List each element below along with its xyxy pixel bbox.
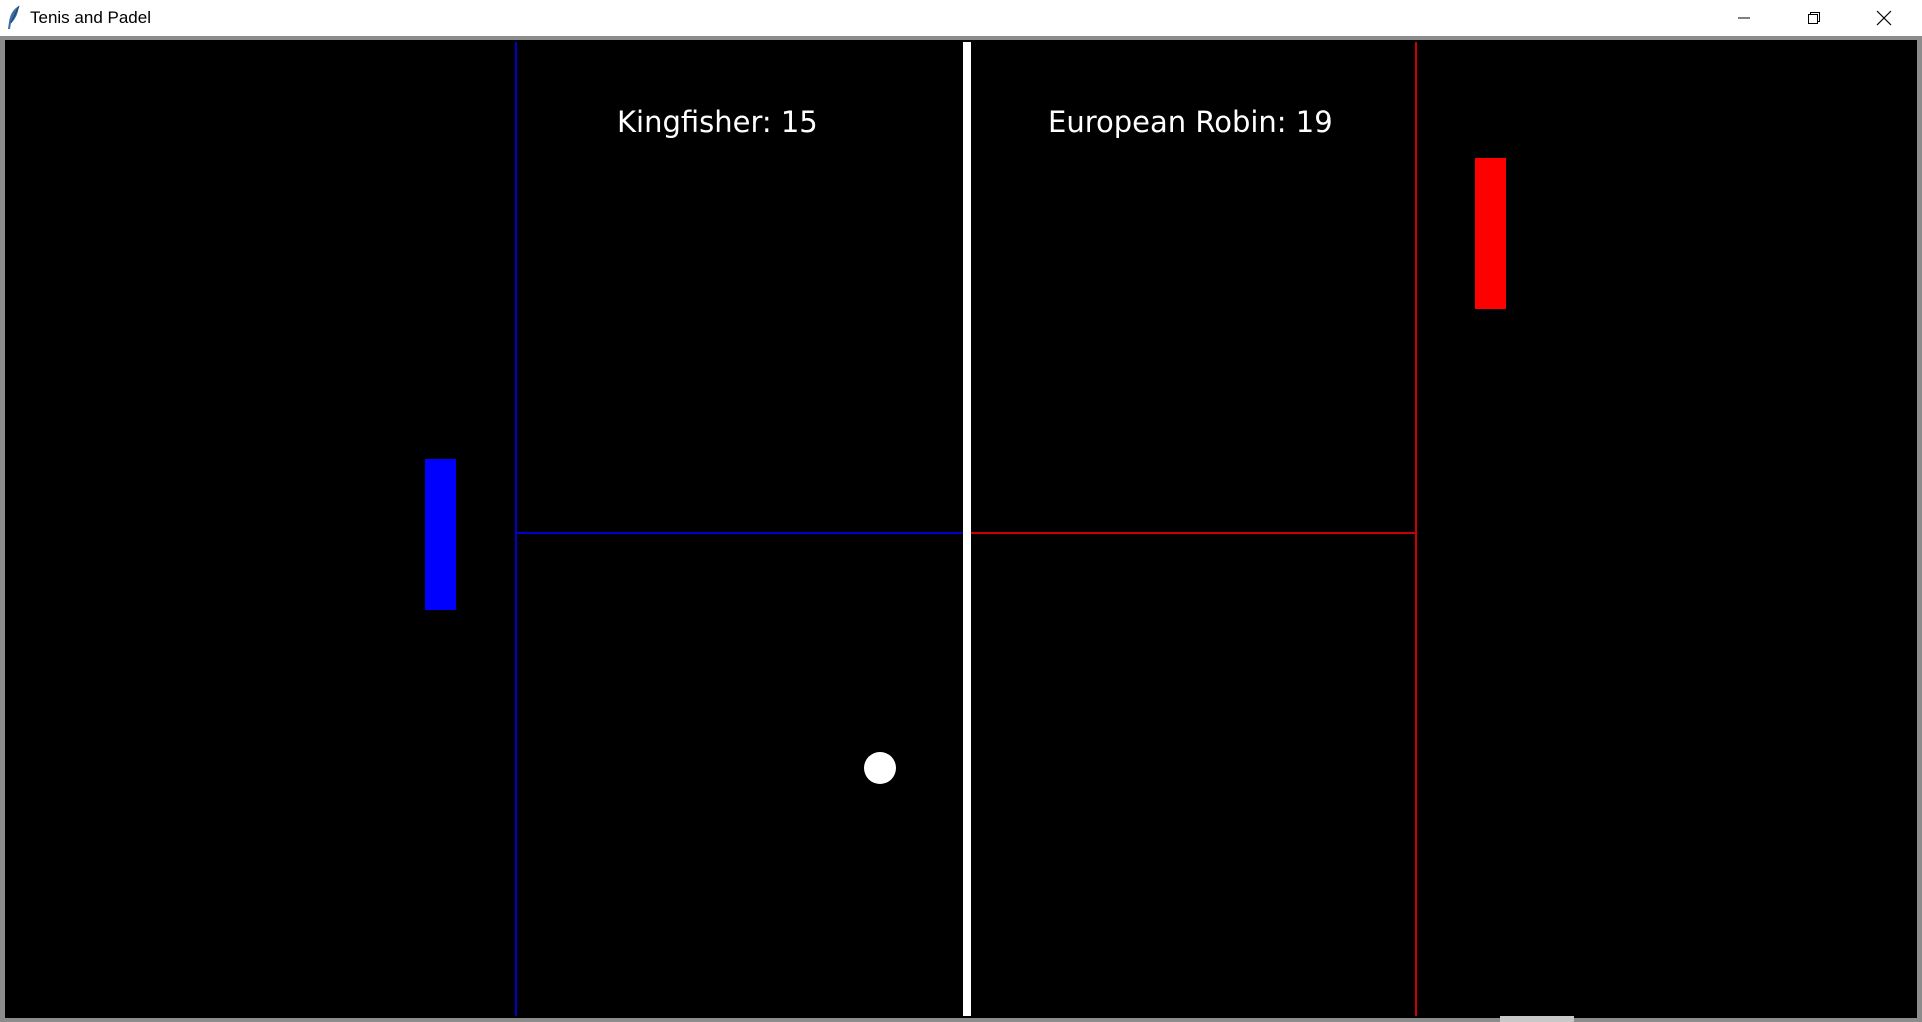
restore-icon <box>1807 11 1821 25</box>
left-player-score: Kingfisher: 15 <box>617 105 818 139</box>
restore-button[interactable] <box>1780 0 1848 36</box>
close-icon <box>1876 10 1892 26</box>
blue-paddle[interactable] <box>425 459 456 610</box>
close-button[interactable] <box>1850 0 1918 36</box>
net <box>963 42 971 1016</box>
window-title: Tenis and Padel <box>30 8 151 27</box>
feather-icon <box>6 5 22 31</box>
red-paddle[interactable] <box>1475 158 1506 309</box>
game-canvas[interactable]: Kingfisher: 15 European Robin: 19 <box>5 40 1917 1018</box>
resize-grip[interactable] <box>1500 1016 1574 1022</box>
right-player-score: European Robin: 19 <box>1048 105 1333 139</box>
ball <box>864 752 896 784</box>
red-service-line <box>1415 42 1417 1016</box>
title-bar[interactable]: Tenis and Padel <box>0 0 1922 36</box>
minimize-icon <box>1737 11 1751 25</box>
red-center-line <box>971 532 1415 534</box>
app-window: Tenis and Padel Kingfisher: 15 European … <box>0 0 1922 1022</box>
minimize-button[interactable] <box>1710 0 1778 36</box>
blue-service-line <box>515 42 517 1016</box>
blue-center-line <box>517 532 963 534</box>
